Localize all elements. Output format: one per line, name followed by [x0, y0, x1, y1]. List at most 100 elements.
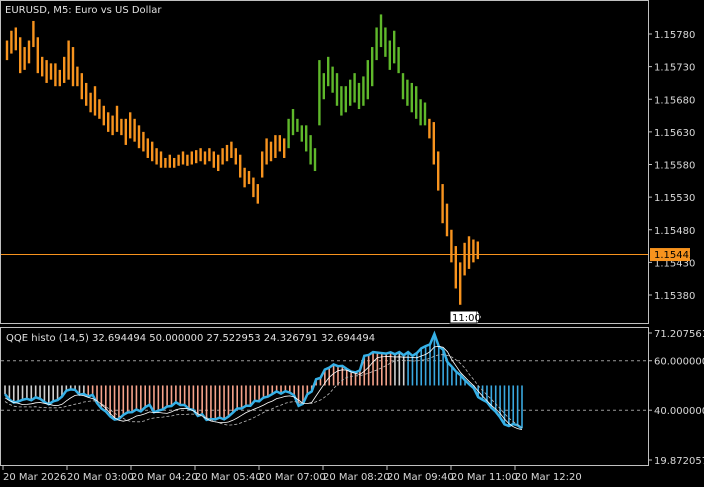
time-tick-label: 20 Mar 03:00 — [67, 472, 134, 483]
price-bar — [124, 118, 127, 145]
price-bar — [467, 236, 471, 269]
price-bar — [362, 76, 365, 106]
time-marker-label: 11:00 — [452, 313, 481, 324]
indicator-tick-label: 60.000000 — [654, 357, 704, 368]
price-bar — [102, 105, 105, 126]
time-axis: 20 Mar 2026 20 Mar 03:0020 Mar 04:2020 Ma… — [2, 466, 582, 483]
price-bars — [5, 14, 479, 305]
price-bar — [406, 79, 409, 106]
price-bar — [393, 30, 396, 64]
price-bar — [164, 157, 167, 168]
chart-title: EURUSD, M5: Euro vs US Dollar — [5, 5, 162, 16]
price-bar — [296, 118, 299, 132]
price-bar — [428, 118, 431, 139]
time-tick-label: 20 Mar 07:00 — [259, 472, 326, 483]
price-bar — [353, 73, 356, 103]
chart-canvas[interactable]: EURUSD, M5: Euro vs US Dollar 1.15780 1.1… — [0, 0, 704, 487]
price-bar — [14, 27, 17, 51]
price-bar — [155, 148, 158, 165]
price-bar — [472, 239, 475, 263]
price-bar — [243, 167, 246, 188]
price-bar — [67, 40, 70, 80]
price-bar — [454, 246, 457, 289]
price-bar — [401, 73, 405, 100]
price-bar — [5, 40, 9, 61]
price-bar — [432, 122, 435, 165]
price-bar — [335, 73, 339, 106]
price-axis: 1.15780 1.15730 1.15680 1.15630 1.15580 1.155… — [648, 30, 695, 302]
price-tick-label: 1.15780 — [654, 30, 695, 41]
price-bar — [375, 27, 378, 61]
price-tick-label: 1.15680 — [654, 95, 695, 106]
price-bar — [371, 47, 374, 87]
main-chart-frame — [0, 0, 649, 324]
price-bar — [357, 82, 361, 110]
price-bar — [32, 20, 35, 48]
price-bar — [115, 105, 119, 132]
price-bar — [54, 63, 57, 87]
price-bar — [107, 112, 110, 132]
price-bar — [230, 141, 233, 158]
price-bar — [459, 262, 462, 305]
price-bar — [203, 151, 207, 165]
price-bar — [221, 148, 224, 165]
price-bar — [137, 125, 141, 149]
price-bar — [93, 86, 97, 116]
price-bar — [379, 14, 383, 48]
price-bar — [283, 138, 286, 158]
price-bar — [76, 66, 79, 87]
price-bar — [151, 141, 154, 162]
price-bar — [190, 151, 193, 165]
price-bar — [49, 63, 53, 80]
price-tick-label: 1.15730 — [654, 63, 695, 74]
price-bar — [349, 79, 352, 106]
price-bar — [181, 151, 185, 165]
price-bar — [322, 73, 325, 100]
indicator-tick-label: 19.872057 — [654, 456, 704, 467]
price-bar — [261, 151, 264, 178]
time-tick-label: 20 Mar 12:20 — [515, 472, 582, 483]
price-bar — [445, 203, 449, 237]
price-tick-label: 1.15580 — [654, 161, 695, 172]
price-bar — [384, 27, 387, 57]
price-bar — [256, 184, 259, 204]
price-bar — [208, 148, 211, 162]
indicator-label: QQE histo (14,5) 32.694494 50.000000 27.… — [6, 333, 375, 344]
price-bar — [80, 73, 83, 100]
time-tick-label: 20 Mar 11:00 — [451, 472, 518, 483]
price-bar — [247, 171, 251, 185]
price-tick-label: 1.15630 — [654, 128, 695, 139]
price-bar — [274, 135, 277, 158]
price-bar — [177, 154, 180, 166]
price-bar — [186, 154, 189, 166]
indicator-axis: 71.207561 60.000000 40.000000 19.872057 — [648, 329, 704, 467]
price-bar — [423, 102, 427, 126]
time-tick-label: 20 Mar 05:40 — [195, 472, 262, 483]
price-bar — [388, 40, 391, 70]
price-bar — [397, 47, 400, 74]
price-bar — [85, 82, 88, 106]
price-bar — [305, 125, 308, 152]
price-bar — [45, 60, 48, 83]
price-bar — [269, 141, 273, 162]
price-bar — [252, 177, 255, 198]
time-tick-label: 20 Mar 08:20 — [323, 472, 390, 483]
current-price-label: 1.15442 — [654, 250, 695, 261]
price-bar — [58, 69, 61, 87]
price-bar — [133, 118, 136, 142]
price-bar — [463, 242, 466, 276]
price-bar — [98, 99, 101, 119]
indicator-tick-label: 71.207561 — [654, 329, 704, 340]
price-bar — [195, 150, 198, 164]
price-bar — [217, 154, 220, 172]
price-bar — [234, 148, 237, 165]
price-bar — [331, 66, 334, 93]
price-bar — [437, 151, 440, 191]
price-bar — [19, 37, 22, 74]
price-bar — [450, 229, 453, 263]
price-bar — [366, 60, 369, 100]
price-bar — [63, 56, 66, 83]
price-bar — [309, 135, 312, 165]
price-bar — [23, 47, 26, 70]
price-bar — [327, 56, 330, 87]
